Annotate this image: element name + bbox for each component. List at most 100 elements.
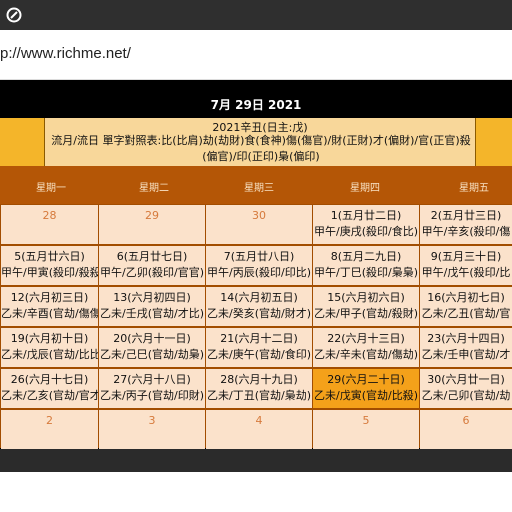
day-cell[interactable]: 2 — [1, 410, 98, 449]
weekday-mon: 星期一 — [36, 182, 66, 194]
day-cell[interactable]: 26(六月十七日) 乙未/乙亥(官劫/官才) — [1, 369, 98, 408]
day-cell[interactable]: 14(六月初五日) 乙未/癸亥(官劫/財才) — [206, 287, 312, 326]
date-title: 7月 29日 2021 — [210, 98, 302, 112]
day-cell[interactable]: 13(六月初四日) 乙未/壬戌(官劫/才比) — [99, 287, 205, 326]
day-ganzhi: 乙未/壬戌(官劫/才比) — [100, 307, 204, 320]
day-ganzhi: 甲午/甲寅(殺印/殺殺) — [1, 266, 98, 279]
day-lunar-date: 7(五月廿八日) — [223, 250, 295, 263]
day-cell[interactable]: 21(六月十二日) 乙未/庚午(官劫/食印) — [206, 328, 312, 367]
day-lunar-date: 9(五月三十日) — [430, 250, 502, 263]
day-ganzhi: 乙未/乙亥(官劫/官才) — [1, 389, 98, 402]
day-ganzhi: 乙未/丁丑(官劫/梟劫) — [207, 389, 311, 402]
day-cell[interactable]: 30(六月廿一日) 乙未/己卯(官劫/劫 — [420, 369, 512, 408]
calendar-grid: 28 29 30 1(五月廿二日) 甲午/庚戌(殺印/食比) 2(五月廿三日) 甲午/辛亥(… — [0, 204, 512, 449]
url-text[interactable]: p://www.richme.net/ — [0, 45, 131, 62]
day-lunar-date: 6(五月廿七日) — [116, 250, 188, 263]
day-cell[interactable]: 28 — [1, 205, 98, 244]
day-lunar-date: 22(六月十三日) — [327, 332, 405, 345]
day-number: 4 — [255, 414, 263, 427]
day-cell[interactable]: 28(六月十九日) 乙未/丁丑(官劫/梟劫) — [206, 369, 312, 408]
day-ganzhi: 乙未/辛酉(官劫/傷傷) — [1, 307, 98, 320]
page-content: 7月 29日 2021 2021辛丑(日主:戊) 流月/流日 單字對照表:比(比… — [0, 80, 512, 472]
day-cell[interactable]: 1(五月廿二日) 甲午/庚戌(殺印/食比) — [313, 205, 419, 244]
weekday-row: 星期一 星期二 星期三 星期四 星期五 — [0, 166, 512, 206]
day-ganzhi: 乙未/己巳(官劫/劫梟) — [100, 348, 204, 361]
day-ganzhi: 甲午/丁巳(殺印/梟梟) — [314, 266, 418, 279]
day-ganzhi: 甲午/戊午(殺印/比 — [421, 266, 511, 279]
day-ganzhi: 甲午/庚戌(殺印/食比) — [314, 225, 418, 238]
day-cell[interactable]: 16(六月初七日) 乙未/乙丑(官劫/官 — [420, 287, 512, 326]
day-lunar-date: 20(六月十一日) — [113, 332, 191, 345]
day-lunar-date: 30(六月廿一日) — [427, 373, 505, 386]
day-cell-today[interactable]: 29(六月二十日) 乙未/戊寅(官劫/比殺) — [313, 369, 419, 408]
day-number: 3 — [148, 414, 156, 427]
day-ganzhi: 乙未/辛未(官劫/傷劫) — [314, 348, 418, 361]
day-number: 29 — [145, 209, 159, 222]
day-cell[interactable]: 15(六月初六日) 乙未/甲子(官劫/殺財) — [313, 287, 419, 326]
day-ganzhi: 甲午/丙辰(殺印/印比) — [207, 266, 311, 279]
day-lunar-date: 21(六月十二日) — [220, 332, 298, 345]
day-number: 28 — [42, 209, 57, 222]
day-cell[interactable]: 5 — [313, 410, 419, 449]
day-cell[interactable]: 19(六月初十日) 乙未/戊辰(官劫/比比) — [1, 328, 98, 367]
day-number: 2 — [46, 414, 53, 427]
day-lunar-date: 16(六月初七日) — [427, 291, 505, 304]
calendar: 7月 29日 2021 2021辛丑(日主:戊) 流月/流日 單字對照表:比(比… — [0, 80, 512, 472]
day-cell[interactable]: 8(五月二九日) 甲午/丁巳(殺印/梟梟) — [313, 246, 419, 285]
day-cell[interactable]: 9(五月三十日) 甲午/戊午(殺印/比 — [420, 246, 512, 285]
status-bar — [0, 0, 512, 30]
day-cell[interactable]: 7(五月廿八日) 甲午/丙辰(殺印/印比) — [206, 246, 312, 285]
day-cell[interactable]: 23(六月十四日) 乙未/壬申(官劫/才 — [420, 328, 512, 367]
day-lunar-date: 29(六月二十日) — [327, 373, 405, 386]
day-cell[interactable]: 20(六月十一日) 乙未/己巳(官劫/劫梟) — [99, 328, 205, 367]
day-ganzhi: 乙未/己卯(官劫/劫 — [421, 389, 511, 402]
address-bar[interactable]: p://www.richme.net/ — [0, 30, 512, 80]
day-ganzhi: 乙未/戊寅(官劫/比殺) — [314, 389, 418, 402]
header-info: 2021辛丑(日主:戊) 流月/流日 單字對照表:比(比肩)劫(劫財)食(食神)… — [44, 118, 476, 166]
day-lunar-date: 5(五月廿六日) — [14, 250, 85, 263]
legend-text: 流月/流日 單字對照表:比(比肩)劫(劫財)食(食神)傷(傷官)/財(正財)才(… — [51, 134, 471, 163]
day-lunar-date: 8(五月二九日) — [330, 250, 402, 263]
day-cell[interactable]: 29 — [99, 205, 205, 244]
day-lunar-date: 14(六月初五日) — [220, 291, 298, 304]
day-number: 6 — [462, 414, 470, 427]
day-ganzhi: 乙未/戊辰(官劫/比比) — [1, 348, 98, 361]
day-cell[interactable]: 12(六月初三日) 乙未/辛酉(官劫/傷傷) — [1, 287, 98, 326]
day-ganzhi: 乙未/庚午(官劫/食印) — [207, 348, 311, 361]
day-cell[interactable]: 2(五月廿三日) 甲午/辛亥(殺印/傷 — [420, 205, 512, 244]
calendar-header: 2021辛丑(日主:戊) 流月/流日 單字對照表:比(比肩)劫(劫財)食(食神)… — [0, 118, 512, 166]
day-ganzhi: 乙未/甲子(官劫/殺財) — [314, 307, 418, 320]
day-ganzhi: 乙未/壬申(官劫/才 — [421, 348, 511, 361]
day-cell[interactable]: 4 — [206, 410, 312, 449]
day-cell[interactable]: 5(五月廿六日) 甲午/甲寅(殺印/殺殺) — [1, 246, 98, 285]
day-lunar-date: 15(六月初六日) — [327, 291, 405, 304]
day-number: 5 — [362, 414, 370, 427]
day-cell[interactable]: 22(六月十三日) 乙未/辛未(官劫/傷劫) — [313, 328, 419, 367]
browser-app-icon — [6, 7, 22, 23]
day-lunar-date: 28(六月十九日) — [220, 373, 298, 386]
weekday-tue: 星期二 — [139, 182, 169, 194]
day-cell[interactable]: 3 — [99, 410, 205, 449]
day-ganzhi: 乙未/丙子(官劫/印財) — [100, 389, 204, 402]
day-ganzhi: 甲午/辛亥(殺印/傷 — [421, 225, 511, 238]
day-cell[interactable]: 27(六月十八日) 乙未/丙子(官劫/印財) — [99, 369, 205, 408]
day-lunar-date: 13(六月初四日) — [113, 291, 191, 304]
bottom-bar — [0, 449, 512, 472]
day-number: 30 — [252, 209, 266, 222]
day-cell[interactable]: 30 — [206, 205, 312, 244]
day-lunar-date: 23(六月十四日) — [427, 332, 505, 345]
day-lunar-date: 27(六月十八日) — [113, 373, 191, 386]
day-lunar-date: 12(六月初三日) — [10, 291, 89, 304]
day-cell[interactable]: 6(五月廿七日) 甲午/乙卯(殺印/官官) — [99, 246, 205, 285]
day-lunar-date: 26(六月十七日) — [10, 373, 89, 386]
day-ganzhi: 乙未/癸亥(官劫/財才) — [207, 307, 311, 320]
day-lunar-date: 1(五月廿二日) — [330, 209, 402, 222]
day-cell[interactable]: 6 — [420, 410, 512, 449]
day-ganzhi: 甲午/乙卯(殺印/官官) — [100, 266, 204, 279]
weekday-fri: 星期五 — [459, 182, 489, 194]
day-lunar-date: 2(五月廿三日) — [430, 209, 502, 222]
weekday-wed: 星期三 — [244, 182, 274, 194]
day-ganzhi: 乙未/乙丑(官劫/官 — [421, 307, 511, 320]
weekday-thu: 星期四 — [350, 182, 380, 194]
date-title-bar: 7月 29日 2021 — [0, 88, 512, 121]
